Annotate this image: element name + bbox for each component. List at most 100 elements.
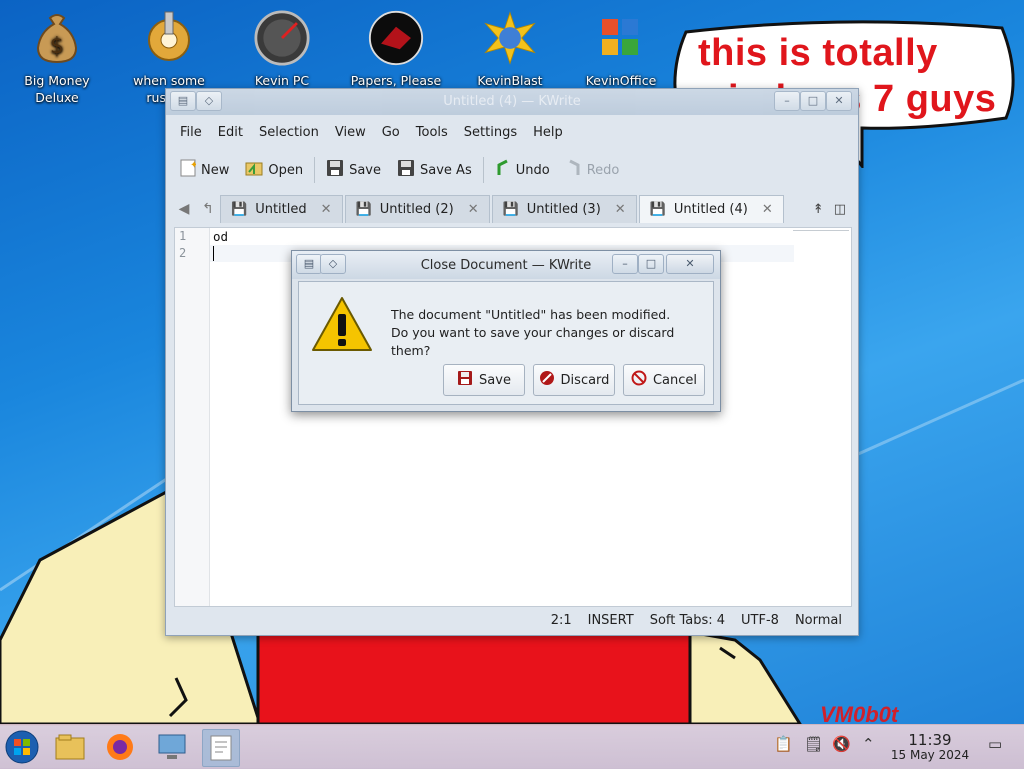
close-document-dialog: Close Document — KWrite ▤ ◇ – □ ✕ The do… [291,250,721,412]
dialog-cancel-button[interactable]: Cancel [623,364,705,396]
dialog-titlebar[interactable]: Close Document — KWrite ▤ ◇ – □ ✕ [292,251,720,279]
office-icon [593,8,649,68]
dialog-discard-button[interactable]: Discard [533,364,615,396]
tab-bar-tools: ↟ ◫ [813,195,852,223]
dialog-minimize-button[interactable]: – [612,254,638,274]
save-button[interactable]: Save [318,155,389,185]
tab-untitled-3[interactable]: 💾 Untitled (3) ✕ [491,195,637,223]
toolbar-separator [314,157,316,183]
taskbar: 📋 🗒 🔇 ⌃ ▭ [0,724,1024,769]
kwrite-minimize-button[interactable]: – [774,91,800,111]
text-cursor [213,246,214,261]
status-bar: 2:1 INSERT Soft Tabs: 4 UTF-8 Normal [174,609,850,631]
menubar: File Edit Selection View Go Tools Settin… [172,123,571,145]
volume-muted-icon[interactable]: 🔇 [832,735,851,753]
new-button[interactable]: ✦ New [172,155,237,185]
tab-back-arrow-icon[interactable]: ◀ [172,195,196,223]
cancel-icon [631,370,647,390]
new-document-icon: ✦ [180,159,198,181]
kwrite-maximize-button[interactable]: □ [800,91,826,111]
dialog-save-button[interactable]: Save [443,364,525,396]
money-bag-icon: $ [29,8,85,68]
editor-line: od [213,229,229,244]
floppy-icon: 💾 [355,202,372,217]
tab-untitled-2[interactable]: 💾 Untitled (2) ✕ [344,195,490,223]
speedometer-icon [254,8,310,68]
floppy-icon: 💾 [502,202,519,217]
menu-selection[interactable]: Selection [251,123,327,145]
tab-close-icon[interactable]: ✕ [762,202,773,217]
menu-view[interactable]: View [327,123,374,145]
start-button[interactable] [4,729,40,765]
discard-icon [539,370,555,390]
menu-settings[interactable]: Settings [456,123,525,145]
tab-untitled[interactable]: 💾 Untitled ✕ [220,195,343,223]
clipboard-icon[interactable]: 📋 [774,735,793,753]
menu-edit[interactable]: Edit [210,123,251,145]
save-as-button[interactable]: Save As [389,155,480,185]
dialog-maximize-button[interactable]: □ [638,254,664,274]
notes-icon[interactable]: 🗒 [804,735,823,753]
svg-text:$: $ [50,34,64,59]
kwrite-titlebar[interactable]: Untitled (4) — KWrite ▤ ◇ – □ ✕ [166,89,858,115]
minimap-scrollbar[interactable] [793,230,849,237]
gear-icon [141,8,197,68]
indentation-mode[interactable]: Soft Tabs: 4 [642,613,733,628]
cursor-position[interactable]: 2:1 [543,613,580,628]
save-floppy-icon [457,370,473,390]
tray-expand-chevron-icon[interactable]: ⌃ [862,735,875,753]
save-floppy-icon [326,159,344,181]
system-settings-icon[interactable] [154,729,190,765]
kwrite-menu-icon[interactable]: ◇ [196,91,222,111]
highlighting-mode[interactable]: Normal [787,613,850,628]
kwrite-app-icon[interactable]: ▤ [170,91,196,111]
desktop-icon-big-money-deluxe[interactable]: $ Big Money Deluxe [2,8,112,106]
toolbar-separator [482,157,484,183]
svg-text:✦: ✦ [190,160,196,171]
floppy-icon: 💾 [649,202,666,217]
dialog-menu-icon[interactable]: ◇ [320,254,346,274]
menu-help[interactable]: Help [525,123,571,145]
dialog-message: The document "Untitled" has been modifie… [391,307,675,358]
input-mode[interactable]: INSERT [580,613,642,628]
clock-time[interactable]: 11:39 [900,731,960,749]
menu-tools[interactable]: Tools [408,123,456,145]
split-view-icon[interactable]: ◫ [834,202,846,217]
dialog-app-icon[interactable]: ▤ [296,254,322,274]
redo-button[interactable]: Redo [558,155,628,185]
undo-button[interactable]: Undo [487,155,558,185]
kwrite-close-button[interactable]: ✕ [826,91,852,111]
floppy-icon: 💾 [231,202,248,217]
tab-bar: ◀ ↰ 💾 Untitled ✕ 💾 Untitled (2) ✕ 💾 Unti… [172,195,852,223]
desktop-icon-papers-please[interactable]: Papers, Please [341,8,451,89]
tab-close-icon[interactable]: ✕ [321,202,332,217]
menu-go[interactable]: Go [374,123,408,145]
desktop-icon-kevin-pc[interactable]: Kevin PC [227,8,337,89]
menu-file[interactable]: File [172,123,210,145]
firefox-icon[interactable] [102,729,138,765]
tab-untitled-4[interactable]: 💾 Untitled (4) ✕ [638,195,784,223]
file-manager-icon[interactable] [52,729,88,765]
papers-please-icon [368,8,424,68]
pin-icon[interactable]: ↟ [813,202,824,217]
dialog-close-button[interactable]: ✕ [666,254,714,274]
redo-arrow-icon [566,159,582,181]
tab-history-icon[interactable]: ↰ [196,195,220,223]
kwrite-task-icon[interactable] [202,729,240,767]
undo-arrow-icon [495,159,511,181]
desktop-icon-kevinblast-launcher[interactable]: KevinBlast [455,8,565,89]
show-desktop-icon[interactable]: ▭ [988,735,1002,753]
clock-date[interactable]: 15 May 2024 [888,748,972,762]
open-button[interactable]: Open [237,156,311,184]
line-number: 2 [179,246,187,260]
encoding[interactable]: UTF-8 [733,613,787,628]
line-number-gutter [175,228,210,606]
kevinblast-icon [482,8,538,68]
dialog-body: The document "Untitled" has been modifie… [298,281,714,405]
kwrite-title: Untitled (4) — KWrite [443,94,581,109]
warning-icon [309,294,375,354]
toolbar: ✦ New Open Save Save As Undo Redo [172,153,627,187]
tab-close-icon[interactable]: ✕ [468,202,479,217]
line-number: 1 [179,229,187,243]
tab-close-icon[interactable]: ✕ [615,202,626,217]
